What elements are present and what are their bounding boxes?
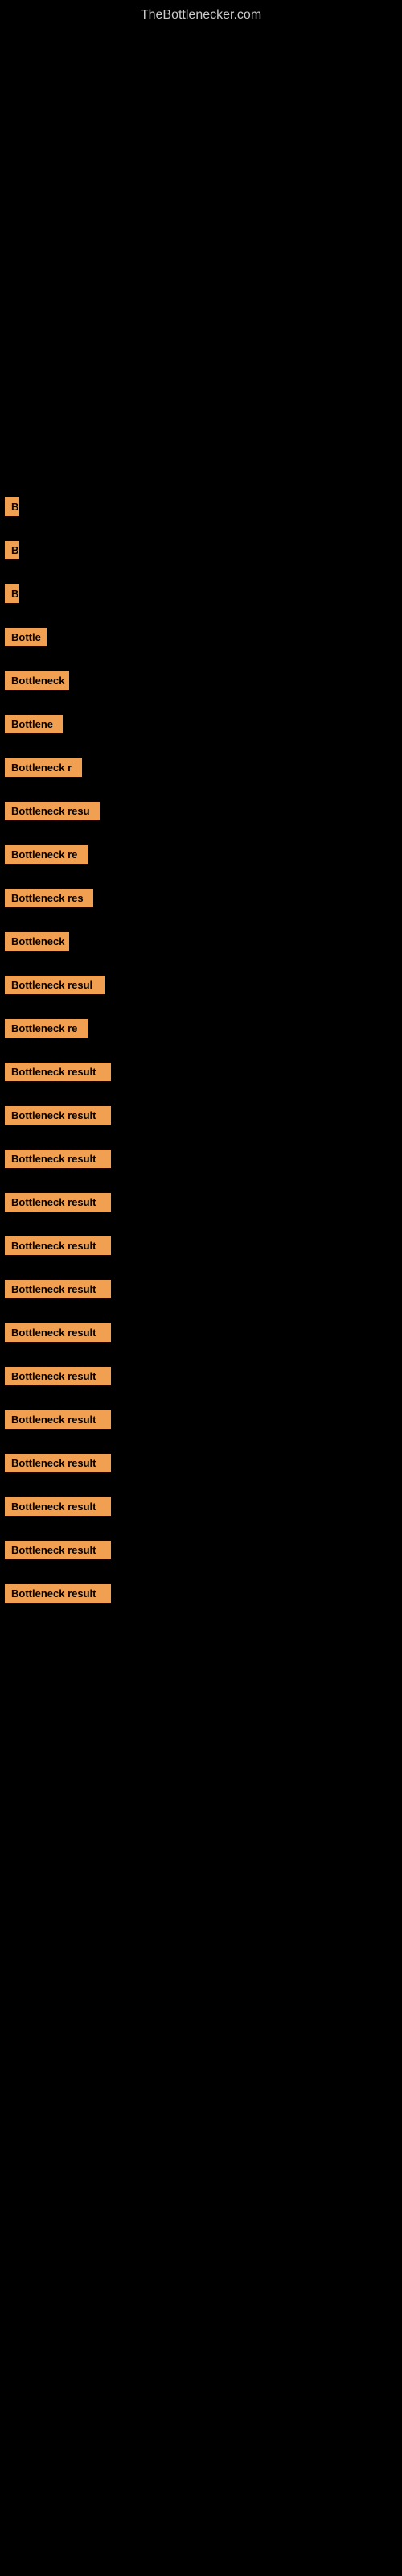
- bottleneck-bar-22[interactable]: Bottleneck result: [5, 1410, 111, 1429]
- bottleneck-bar-18[interactable]: Bottleneck result: [5, 1236, 111, 1255]
- bottleneck-bar-24[interactable]: Bottleneck result: [5, 1497, 111, 1516]
- bar-container-20: Bottleneck result: [2, 1323, 402, 1356]
- bottleneck-bar-20[interactable]: Bottleneck result: [5, 1323, 111, 1342]
- bottleneck-bar-7[interactable]: Bottleneck r: [5, 758, 82, 777]
- bar-container-3: B: [2, 584, 402, 617]
- bottleneck-bar-6[interactable]: Bottlene: [5, 715, 63, 733]
- bar-container-11: Bottleneck: [2, 932, 402, 964]
- bar-container-5: Bottleneck: [2, 671, 402, 704]
- bottleneck-bar-5[interactable]: Bottleneck: [5, 671, 69, 690]
- bar-container-26: Bottleneck result: [2, 1584, 402, 1616]
- bar-container-17: Bottleneck result: [2, 1193, 402, 1225]
- bottleneck-bar-23[interactable]: Bottleneck result: [5, 1454, 111, 1472]
- bottleneck-bar-21[interactable]: Bottleneck result: [5, 1367, 111, 1385]
- bar-container-8: Bottleneck resu: [2, 802, 402, 834]
- bar-container-2: B: [2, 541, 402, 573]
- bar-container-25: Bottleneck result: [2, 1541, 402, 1573]
- bottleneck-bar-2[interactable]: B: [5, 541, 19, 559]
- bottleneck-bar-17[interactable]: Bottleneck result: [5, 1193, 111, 1212]
- bar-container-10: Bottleneck res: [2, 889, 402, 921]
- bottleneck-bar-11[interactable]: Bottleneck: [5, 932, 69, 951]
- bar-container-21: Bottleneck result: [2, 1367, 402, 1399]
- bottleneck-bar-9[interactable]: Bottleneck re: [5, 845, 88, 864]
- bottleneck-bar-14[interactable]: Bottleneck result: [5, 1063, 111, 1081]
- bottleneck-bar-3[interactable]: B: [5, 584, 19, 603]
- bottleneck-bar-12[interactable]: Bottleneck resul: [5, 976, 105, 994]
- bar-container-12: Bottleneck resul: [2, 976, 402, 1008]
- bar-container-1: B: [2, 497, 402, 530]
- bottleneck-bar-4[interactable]: Bottle: [5, 628, 47, 646]
- bar-container-16: Bottleneck result: [2, 1150, 402, 1182]
- bar-container-14: Bottleneck result: [2, 1063, 402, 1095]
- bottleneck-bar-26[interactable]: Bottleneck result: [5, 1584, 111, 1603]
- site-title: TheBottlenecker.com: [0, 0, 402, 31]
- bar-container-9: Bottleneck re: [2, 845, 402, 877]
- bar-container-23: Bottleneck result: [2, 1454, 402, 1486]
- bottleneck-bar-25[interactable]: Bottleneck result: [5, 1541, 111, 1559]
- bottleneck-bar-10[interactable]: Bottleneck res: [5, 889, 93, 907]
- bar-container-22: Bottleneck result: [2, 1410, 402, 1443]
- bar-container-19: Bottleneck result: [2, 1280, 402, 1312]
- bottleneck-bar-8[interactable]: Bottleneck resu: [5, 802, 100, 820]
- bar-container-18: Bottleneck result: [2, 1236, 402, 1269]
- bar-container-6: Bottlene: [2, 715, 402, 747]
- bar-container-13: Bottleneck re: [2, 1019, 402, 1051]
- bar-container-7: Bottleneck r: [2, 758, 402, 791]
- bottleneck-bar-19[interactable]: Bottleneck result: [5, 1280, 111, 1298]
- bottleneck-bar-13[interactable]: Bottleneck re: [5, 1019, 88, 1038]
- bar-container-4: Bottle: [2, 628, 402, 660]
- bottleneck-bar-1[interactable]: B: [5, 497, 19, 516]
- bottleneck-bar-16[interactable]: Bottleneck result: [5, 1150, 111, 1168]
- bar-container-15: Bottleneck result: [2, 1106, 402, 1138]
- bars-section: B B B Bottle Bottleneck Bottlene Bottleneck r B…: [0, 31, 402, 1616]
- bar-container-24: Bottleneck result: [2, 1497, 402, 1530]
- bottleneck-bar-15[interactable]: Bottleneck result: [5, 1106, 111, 1125]
